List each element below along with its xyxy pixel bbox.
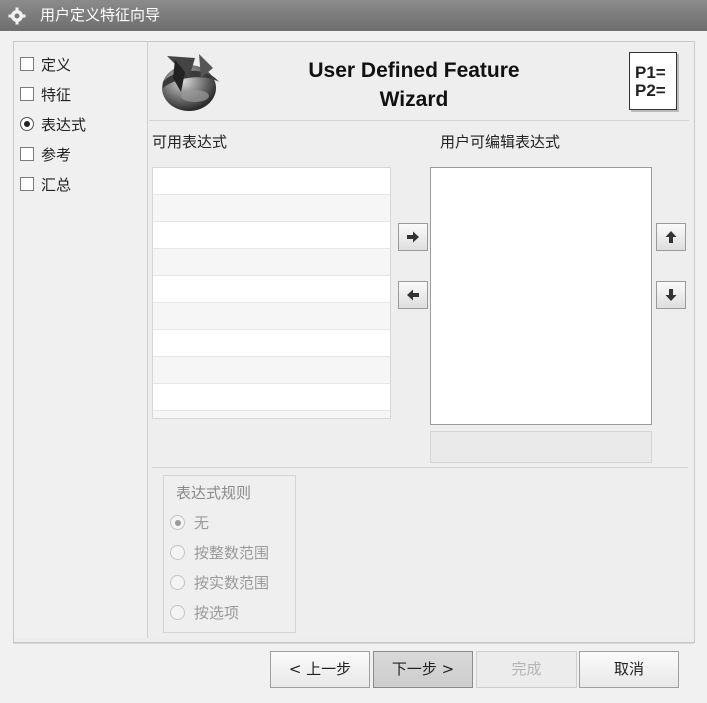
rule-option-label: 无 [194, 514, 210, 532]
editable-expressions-label: 用户可编辑表达式 [440, 133, 561, 151]
list-item[interactable] [153, 384, 390, 411]
rule-option-label: 按实数范围 [194, 574, 270, 592]
back-button[interactable]: < 上一步 [270, 651, 370, 688]
remove-expression-button[interactable] [398, 281, 428, 309]
rule-option-label: 按选项 [194, 604, 240, 622]
checkbox[interactable] [20, 147, 34, 161]
radio-button[interactable] [170, 515, 185, 530]
finish-button[interactable]: 完成 [476, 651, 577, 688]
divider [152, 467, 688, 468]
list-item[interactable] [153, 222, 390, 249]
parameters-badge-icon: P1= P2= [629, 52, 677, 110]
window-title: 用户定义特征向导 [40, 6, 161, 24]
udf-wizard-window: 用户定义特征向导 定义 特征 表达式 参考 汇总 User Defined Fe… [0, 0, 707, 703]
list-item[interactable] [153, 276, 390, 303]
nav-item-label: 特征 [41, 86, 72, 104]
badge-line-2: P2= [635, 81, 666, 100]
expression-rules-group: 表达式规则 无 按整数范围 按实数范围 按选项 [163, 475, 296, 633]
wizard-header: User Defined Feature Wizard P1= P2= [149, 42, 689, 121]
wizard-title: User Defined Feature Wizard [249, 56, 579, 114]
list-item[interactable] [153, 357, 390, 384]
next-button[interactable]: 下一步 > [373, 651, 473, 688]
list-item[interactable] [153, 249, 390, 276]
title-bar[interactable]: 用户定义特征向导 [0, 0, 707, 31]
arrow-left-icon [407, 289, 419, 301]
nav-item-label: 定义 [41, 56, 72, 74]
list-item[interactable] [153, 411, 390, 418]
list-item[interactable] [153, 168, 390, 195]
radio-button[interactable] [170, 605, 185, 620]
move-down-button[interactable] [656, 281, 686, 309]
arrow-up-icon [665, 231, 677, 243]
nav-item-label: 参考 [41, 146, 72, 164]
arrow-right-icon [407, 231, 419, 243]
radio-button[interactable] [170, 545, 185, 560]
badge-line-1: P1= [635, 63, 666, 82]
footer-divider [13, 643, 694, 644]
gear-icon [8, 7, 26, 25]
checkbox[interactable] [20, 87, 34, 101]
move-up-button[interactable] [656, 223, 686, 251]
current-step-radio[interactable] [20, 117, 34, 131]
expression-rules-title: 表达式规则 [176, 484, 252, 502]
list-item[interactable] [153, 303, 390, 330]
radio-button[interactable] [170, 575, 185, 590]
arrow-down-icon [665, 289, 677, 301]
expression-edit-field[interactable] [430, 431, 652, 463]
wizard-title-line-2: Wizard [379, 88, 449, 111]
nav-item-label: 表达式 [41, 116, 87, 134]
available-expressions-list[interactable] [152, 167, 391, 419]
list-item[interactable] [153, 330, 390, 357]
nav-item-label: 汇总 [41, 176, 72, 194]
add-expression-button[interactable] [398, 223, 428, 251]
checkbox[interactable] [20, 177, 34, 191]
wizard-title-line-1: User Defined Feature [308, 59, 520, 82]
available-expressions-label: 可用表达式 [152, 133, 228, 151]
editable-expressions-list[interactable] [430, 167, 652, 425]
cancel-button[interactable]: 取消 [579, 651, 679, 688]
wizard-steps-nav: 定义 特征 表达式 参考 汇总 [14, 42, 148, 638]
checkbox[interactable] [20, 57, 34, 71]
list-item[interactable] [153, 195, 390, 222]
rule-option-label: 按整数范围 [194, 544, 270, 562]
udf-wizard-logo-icon [162, 54, 219, 111]
